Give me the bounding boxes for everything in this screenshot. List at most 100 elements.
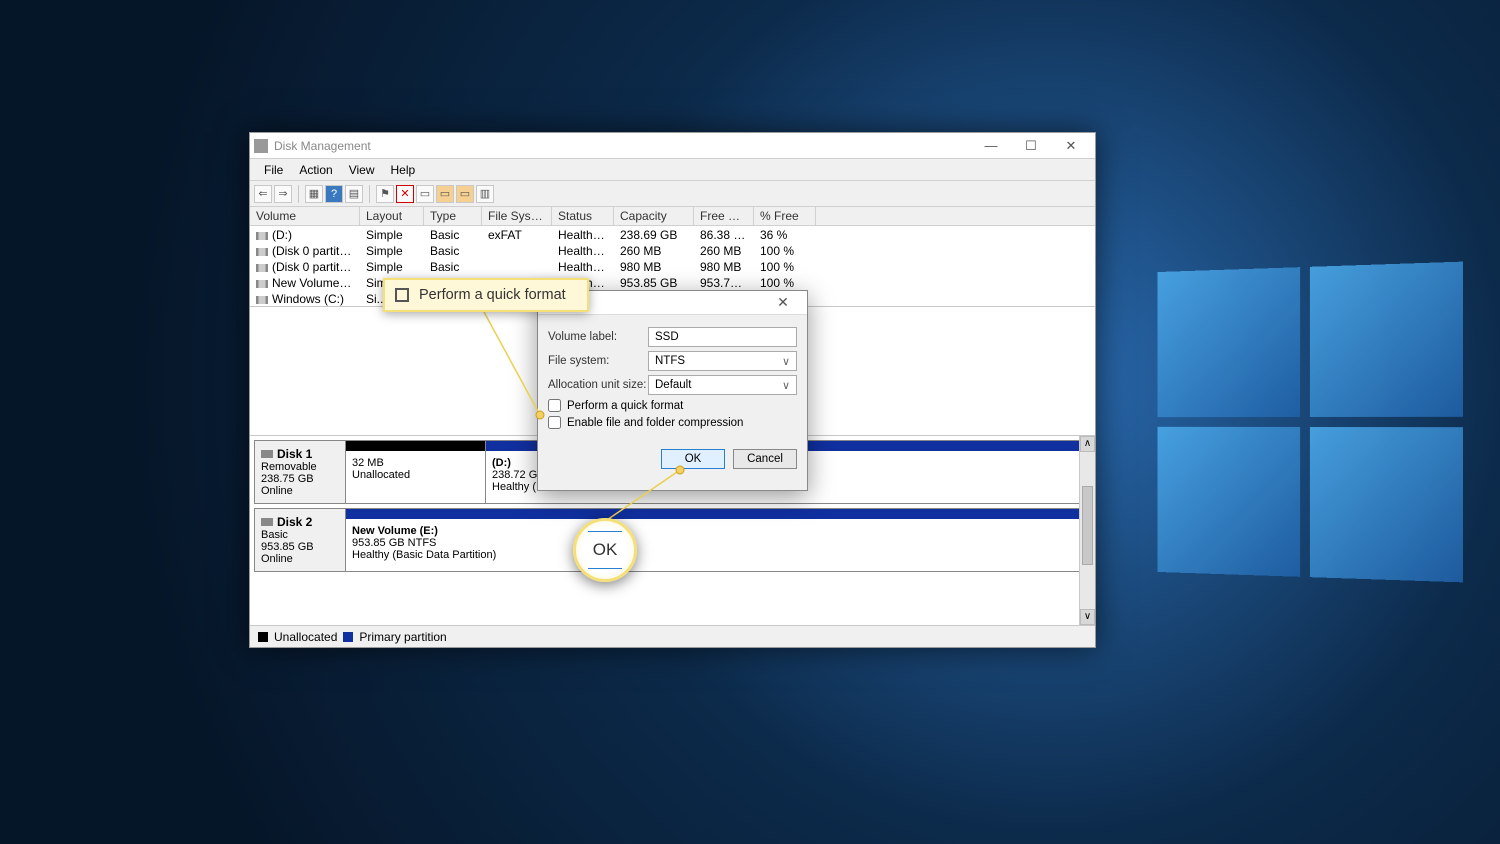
col-free[interactable]: Free Spa... xyxy=(694,207,754,225)
scroll-down[interactable]: ∨ xyxy=(1080,609,1095,625)
compression-checkbox[interactable]: Enable file and folder compression xyxy=(548,416,797,429)
cell: 36 % xyxy=(754,226,816,242)
cell: 100 % xyxy=(754,274,816,290)
cell: (Disk 0 partition 1) xyxy=(250,242,360,258)
forward-button[interactable]: ⇒ xyxy=(274,185,292,203)
cell: 238.69 GB xyxy=(614,226,694,242)
table-row[interactable]: New Volume (...SimpleBasicNTFSHealthy (B… xyxy=(250,274,1095,290)
cell: Basic xyxy=(424,242,482,258)
cell: Simple xyxy=(360,226,424,242)
allocation-size-label: Allocation unit size: xyxy=(548,379,648,391)
tool-a[interactable]: ▭ xyxy=(436,185,454,203)
col-status[interactable]: Status xyxy=(552,207,614,225)
cell: 953.85 GB xyxy=(614,274,694,290)
chevron-down-icon: ∨ xyxy=(782,355,790,368)
cell: Windows (C:) xyxy=(250,290,360,306)
disk-icon xyxy=(261,518,273,526)
menu-file[interactable]: File xyxy=(256,163,291,177)
scrollbar[interactable]: ∧ ∨ xyxy=(1079,436,1095,625)
tool-b[interactable]: ▭ xyxy=(456,185,474,203)
minimize-button[interactable]: — xyxy=(971,138,1011,153)
menubar: File Action View Help xyxy=(250,159,1095,181)
tool-help[interactable]: ? xyxy=(325,185,343,203)
tool-delete[interactable]: ✕ xyxy=(396,185,414,203)
cell: 86.38 GB xyxy=(694,226,754,242)
tool-properties[interactable]: ⚑ xyxy=(376,185,394,203)
quick-format-checkbox-input[interactable] xyxy=(548,399,561,412)
disk-2-header[interactable]: Disk 2 Basic 953.85 GB Online xyxy=(255,509,345,571)
maximize-button[interactable]: ☐ xyxy=(1011,138,1051,154)
cell xyxy=(482,242,552,258)
quick-format-checkbox[interactable]: Perform a quick format xyxy=(548,399,797,412)
col-volume[interactable]: Volume xyxy=(250,207,360,225)
legend-primary: Primary partition xyxy=(359,630,446,644)
window-title: Disk Management xyxy=(274,139,971,153)
file-system-select[interactable]: NTFS∨ xyxy=(648,351,797,371)
table-row[interactable]: (Disk 0 partition 1)SimpleBasic Healthy (… xyxy=(250,242,1095,258)
col-pct[interactable]: % Free xyxy=(754,207,816,225)
tool-refresh[interactable]: ▦ xyxy=(305,185,323,203)
disk-1-part-unallocated[interactable]: 32 MBUnallocated xyxy=(345,441,485,503)
toolbar: ⇐ ⇒ ▦ ? ▤ ⚑ ✕ ▭ ▭ ▭ ▥ xyxy=(250,181,1095,207)
format-dialog: ✕ Volume label: SSD File system: NTFS∨ A… xyxy=(537,290,808,491)
volume-label-label: Volume label: xyxy=(548,331,648,343)
scroll-thumb[interactable] xyxy=(1082,486,1093,565)
callout-ok-label: OK xyxy=(593,540,618,560)
quick-format-label: Perform a quick format xyxy=(567,400,683,412)
menu-view[interactable]: View xyxy=(341,163,383,177)
tool-new[interactable]: ▭ xyxy=(416,185,434,203)
menu-help[interactable]: Help xyxy=(383,163,424,177)
cell: Healthy (P... xyxy=(552,226,614,242)
cell: (Disk 0 partition 4) xyxy=(250,258,360,274)
menu-action[interactable]: Action xyxy=(291,163,340,177)
disk-icon xyxy=(261,450,273,458)
volume-label-input[interactable]: SSD xyxy=(648,327,797,347)
col-layout[interactable]: Layout xyxy=(360,207,424,225)
app-icon xyxy=(254,139,268,153)
cell: Healthy (E... xyxy=(552,242,614,258)
cell: 260 MB xyxy=(614,242,694,258)
callout-quick-format: Perform a quick format xyxy=(383,278,589,312)
callout-ok: OK xyxy=(573,518,637,582)
table-row[interactable]: (D:)SimpleBasicexFATHealthy (P...238.69 … xyxy=(250,226,1095,242)
col-fs[interactable]: File System xyxy=(482,207,552,225)
chevron-down-icon: ∨ xyxy=(782,379,790,392)
windows-logo xyxy=(1157,262,1463,583)
cell: 260 MB xyxy=(694,242,754,258)
table-row[interactable]: (Disk 0 partition 4)SimpleBasic Healthy (… xyxy=(250,258,1095,274)
close-button[interactable]: ✕ xyxy=(1051,138,1091,154)
legend-unallocated: Unallocated xyxy=(274,630,337,644)
cell: 100 % xyxy=(754,258,816,274)
legend: Unallocated Primary partition xyxy=(250,625,1095,647)
disk-2-part-e[interactable]: New Volume (E:)953.85 GB NTFSHealthy (Ba… xyxy=(345,509,1090,571)
cell: Basic xyxy=(424,226,482,242)
cell: 100 % xyxy=(754,242,816,258)
allocation-size-select[interactable]: Default∨ xyxy=(648,375,797,395)
compression-checkbox-input[interactable] xyxy=(548,416,561,429)
cell: (D:) xyxy=(250,226,360,242)
titlebar[interactable]: Disk Management — ☐ ✕ xyxy=(250,133,1095,159)
cell: 980 MB xyxy=(614,258,694,274)
col-type[interactable]: Type xyxy=(424,207,482,225)
cell: 980 MB xyxy=(694,258,754,274)
tool-list[interactable]: ▤ xyxy=(345,185,363,203)
scroll-up[interactable]: ∧ xyxy=(1080,436,1095,452)
disk-2: Disk 2 Basic 953.85 GB Online New Volume… xyxy=(254,508,1091,572)
cell: exFAT xyxy=(482,226,552,242)
cell: Healthy (R... xyxy=(552,258,614,274)
cell: 953.72 GB xyxy=(694,274,754,290)
cell xyxy=(482,258,552,274)
callout-checkbox-icon xyxy=(395,288,409,302)
cell: New Volume (... xyxy=(250,274,360,290)
col-capacity[interactable]: Capacity xyxy=(614,207,694,225)
compression-label: Enable file and folder compression xyxy=(567,417,743,429)
ok-button[interactable]: OK xyxy=(661,449,725,469)
cell: Simple xyxy=(360,258,424,274)
cell: Basic xyxy=(424,258,482,274)
tool-view[interactable]: ▥ xyxy=(476,185,494,203)
cancel-button[interactable]: Cancel xyxy=(733,449,797,469)
cell: Simple xyxy=(360,242,424,258)
dialog-close-button[interactable]: ✕ xyxy=(765,294,801,311)
disk-1-header[interactable]: Disk 1 Removable 238.75 GB Online xyxy=(255,441,345,503)
back-button[interactable]: ⇐ xyxy=(254,185,272,203)
